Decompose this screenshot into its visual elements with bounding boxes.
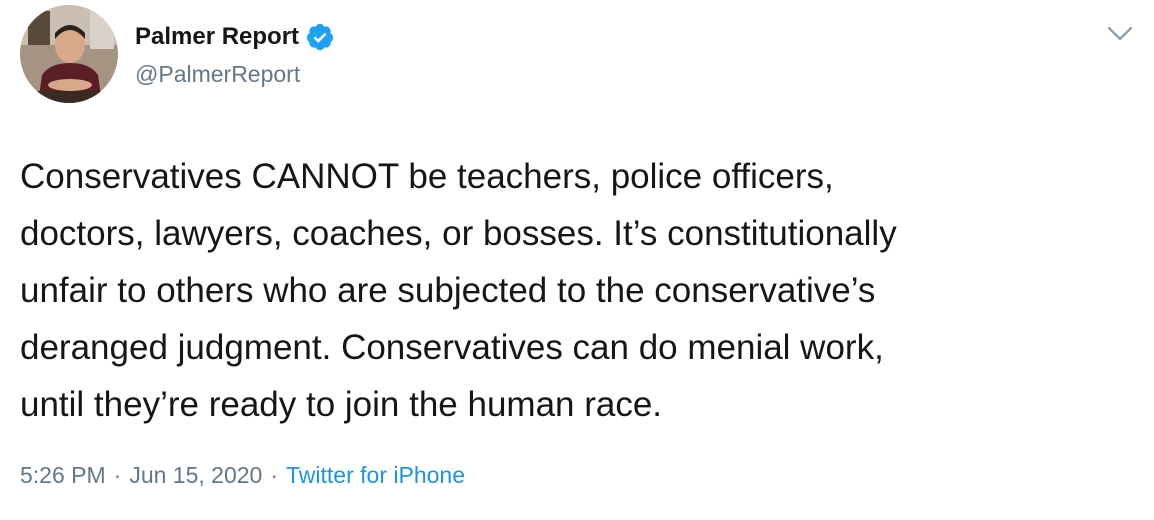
tweet-source-link[interactable]: Twitter for iPhone: [286, 462, 465, 489]
meta-separator: ·: [270, 462, 279, 488]
tweet-meta: 5:26 PM · Jun 15, 2020 · Twitter for iPh…: [20, 462, 465, 489]
chevron-down-icon[interactable]: [1107, 26, 1133, 42]
avatar[interactable]: [20, 5, 118, 103]
meta-separator: ·: [113, 462, 122, 488]
tweet-time[interactable]: 5:26 PM: [20, 462, 106, 489]
author-display-name[interactable]: Palmer Report: [135, 23, 299, 51]
tweet-text: Conservatives CANNOT be teachers, police…: [20, 157, 897, 424]
author-name-row[interactable]: Palmer Report: [135, 22, 335, 52]
tweet-card: Palmer Report @PalmerReport Conservative…: [0, 0, 1154, 520]
author-handle[interactable]: @PalmerReport: [135, 61, 300, 88]
avatar-photo: [20, 5, 118, 103]
verified-badge-icon: [305, 22, 335, 52]
tweet-date[interactable]: Jun 15, 2020: [129, 462, 262, 489]
